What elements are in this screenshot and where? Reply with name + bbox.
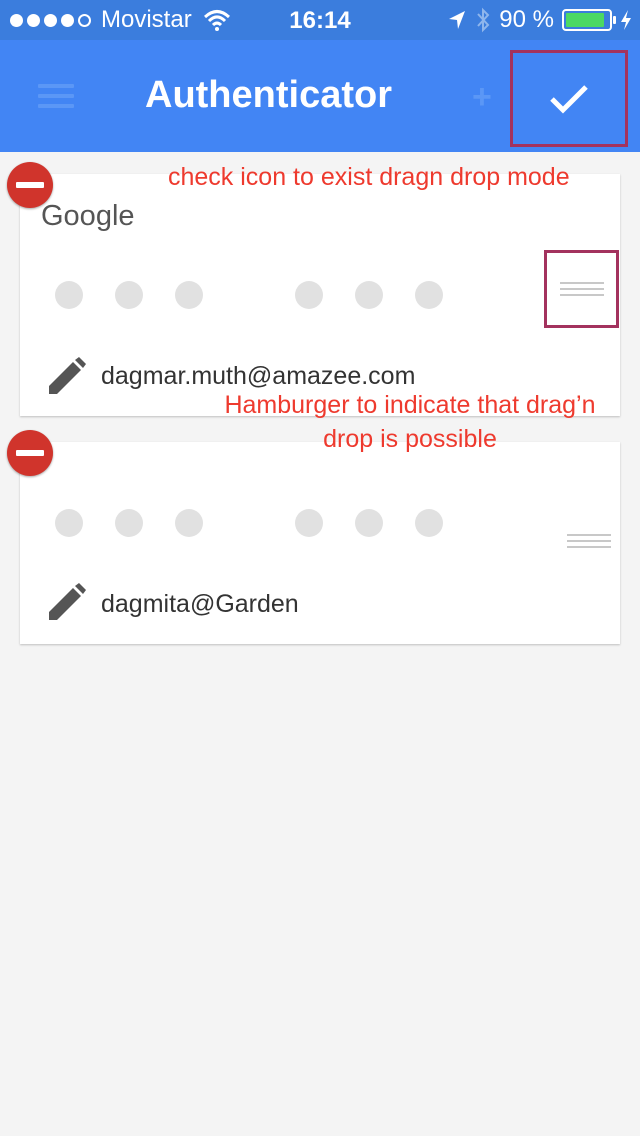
account-user: dagmita@Garden <box>101 590 299 618</box>
menu-icon[interactable] <box>38 84 74 108</box>
charging-bolt-icon <box>621 10 631 30</box>
app-bar: Authenticator + <box>0 40 640 152</box>
check-icon <box>550 84 588 114</box>
battery-percent: 90 % <box>499 6 554 33</box>
battery-icon <box>562 9 616 31</box>
drag-handle-icon[interactable] <box>551 502 626 580</box>
battery-fill <box>566 13 604 27</box>
account-issuer: Google <box>41 200 135 232</box>
drag-handle-icon[interactable] <box>544 250 619 328</box>
edit-pencil-icon[interactable] <box>46 357 86 397</box>
app-title: Authenticator <box>145 74 392 116</box>
account-user: dagmar.muth@amazee.com <box>101 362 416 390</box>
minus-icon <box>16 450 44 456</box>
minus-icon <box>16 182 44 188</box>
account-card: dagmita@Garden <box>20 442 620 644</box>
annotation-line: Hamburger to indicate that drag’n <box>224 391 596 419</box>
plus-icon[interactable]: + <box>472 78 492 117</box>
account-card: Google dagmar.muth@amazee.com <box>20 174 620 416</box>
check-button[interactable] <box>510 50 628 147</box>
code-placeholder <box>55 509 443 537</box>
delete-account-button[interactable] <box>7 162 53 208</box>
location-arrow-icon <box>449 11 466 29</box>
bluetooth-icon <box>477 7 490 33</box>
status-right: 90 % <box>447 6 632 34</box>
annotation-line: drop is possible <box>323 425 497 453</box>
delete-account-button[interactable] <box>7 430 53 476</box>
edit-pencil-icon[interactable] <box>46 583 86 623</box>
status-bar: Movistar 16:14 90 % <box>0 0 640 40</box>
annotation-check-note: check icon to exist dragn drop mode <box>168 163 570 191</box>
annotation-hamburger-note: Hamburger to indicate that drag’n drop i… <box>200 388 620 456</box>
code-placeholder <box>55 281 443 309</box>
